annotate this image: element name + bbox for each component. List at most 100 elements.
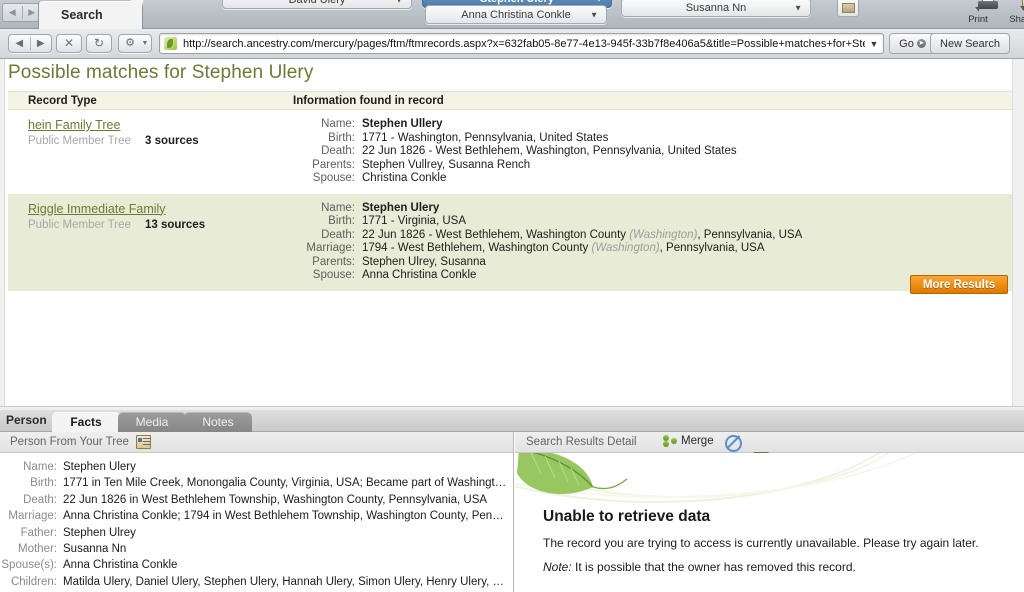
person-field-row: Name: Stephen Ulery xyxy=(0,459,513,475)
tree-name-link[interactable]: hein Family Tree xyxy=(28,118,120,132)
leaf-icon xyxy=(517,453,628,494)
leaf-decoration xyxy=(515,453,1024,513)
tab-media-label: Media xyxy=(135,415,169,429)
share-button[interactable]: Share xyxy=(999,0,1024,26)
record-fact-row: Death: 22 Jun 1826 - West Bethlehem, Wash… xyxy=(293,229,1012,243)
person-thumbnail-icon[interactable] xyxy=(837,0,859,17)
reload-button[interactable]: ↻ xyxy=(86,34,112,53)
fact-label: Spouse: xyxy=(312,172,355,184)
gear-icon[interactable]: ⚙ xyxy=(120,35,140,52)
record-facts: Name: Stephen Ulery Birth: 1771 - Virginia,… xyxy=(293,202,1012,283)
chevron-down-icon[interactable]: ▼ xyxy=(140,35,150,52)
fact-value-annotation: (Washington) xyxy=(591,242,660,254)
tab-notes[interactable]: Notes xyxy=(184,412,252,432)
fact-value: 22 Jun 1826 - West Bethlehem, Washington… xyxy=(362,228,803,241)
page-title: Possible matches for Stephen Ulery xyxy=(8,62,314,83)
forward-arrow-icon[interactable]: ▶ xyxy=(31,35,52,52)
fact-value: Stephen Ulery xyxy=(362,201,440,214)
fact-value: Anna Christina Conkle xyxy=(362,269,477,281)
back-arrow-icon[interactable]: ◀ xyxy=(9,35,30,52)
table-row[interactable]: hein Family Tree Public Member Tree 3 sour… xyxy=(8,110,1012,194)
new-search-button-label: New Search xyxy=(940,37,1000,50)
person-field-value: Matilda Ulery, Daniel Ulery, Stephen Ule… xyxy=(63,575,509,588)
contact-card-icon[interactable] xyxy=(136,435,151,449)
reload-icon[interactable]: ↻ xyxy=(89,35,110,52)
tab-scroll-left-icon[interactable]: ◀ xyxy=(3,7,22,18)
merge-button[interactable]: Merge xyxy=(663,435,714,447)
fact-value: 1771 - Washington, Pennsylvania, United … xyxy=(362,131,609,144)
chevron-down-icon[interactable]: ▼ xyxy=(865,39,883,49)
error-title: Unable to retrieve data xyxy=(543,508,711,525)
settings-button[interactable]: ⚙ ▼ xyxy=(118,34,152,53)
tab-scroll-arrows[interactable]: ◀ ▶ xyxy=(2,3,42,22)
page-scrollbar-track[interactable] xyxy=(1012,59,1024,406)
browser-url-bar: ◀ ▶ ✕ ↻ ⚙ ▼ http://search.ancestry.com/m… xyxy=(0,29,1024,59)
fact-label: Parents: xyxy=(312,158,355,171)
stop-x-icon[interactable]: ✕ xyxy=(59,35,80,52)
url-text: http://search.ancestry.com/mercury/pages… xyxy=(183,37,865,50)
error-note: Note: It is possible that the owner has … xyxy=(543,560,856,574)
tab-facts[interactable]: Facts xyxy=(52,412,120,432)
url-input[interactable]: http://search.ancestry.com/mercury/pages… xyxy=(159,33,884,54)
person-field-value: 22 Jun 1826 in West Bethlehem Township, … xyxy=(63,493,488,506)
bottom-person-label: Person xyxy=(6,413,47,427)
person-field-row: Spouse(s): Anna Christina Conkle xyxy=(0,557,513,573)
person-field-value: Susanna Nn xyxy=(63,542,127,555)
results-table: Record Type Information found in record … xyxy=(8,91,1012,291)
fact-label: Name: xyxy=(321,118,355,130)
column-header-information: Information found in record xyxy=(293,95,444,107)
person-field-value: Stephen Ulery xyxy=(63,461,136,473)
person-field-label: Father: xyxy=(20,526,57,539)
browser-top-chrome: ◀ ▶ Search David Ulery ▼ Stephen Ulery ▼… xyxy=(0,0,1024,29)
thumbnail-image xyxy=(842,3,855,13)
fact-value: Stephen Ulrey, Susanna xyxy=(362,255,486,268)
person-field-value: Anna Christina Conkle; 1794 in West Beth… xyxy=(63,510,509,523)
tree-name-link[interactable]: Riggle Immediate Family xyxy=(28,202,166,216)
more-results-button[interactable]: More Results xyxy=(910,275,1008,294)
browser-tab-search[interactable]: Search xyxy=(38,0,143,29)
person-field-row: Death: 22 Jun 1826 in West Bethlehem Town… xyxy=(0,492,513,508)
record-facts: Name: Stephen Ullery Birth: 1771 - Washingt… xyxy=(293,118,1012,186)
fact-label: Marriage: xyxy=(306,242,355,254)
print-button-label: Print xyxy=(968,14,988,25)
go-button[interactable]: Go ➤ xyxy=(889,33,936,54)
fact-value: 22 Jun 1826 - West Bethlehem, Washington… xyxy=(362,145,737,157)
person-field-label: Spouse(s): xyxy=(1,559,57,572)
record-fact-row: Spouse: Anna Christina Conkle xyxy=(293,269,1012,283)
detail-pane-title: Search Results Detail xyxy=(526,436,637,448)
record-fact-row: Death: 22 Jun 1826 - West Bethlehem, Wash… xyxy=(293,145,1012,159)
record-fact-row: Parents: Stephen Vullrey, Susanna Rench xyxy=(293,159,1012,173)
tab-media[interactable]: Media xyxy=(118,412,186,432)
stop-button[interactable]: ✕ xyxy=(56,34,82,53)
person-dropdown-david-ulery[interactable]: David Ulery ▼ xyxy=(222,0,412,9)
person-dropdown-susanna-nn[interactable]: Susanna Nn ▼ xyxy=(621,0,811,17)
share-button-label: Share xyxy=(1009,14,1024,25)
source-count: 3 sources xyxy=(145,135,199,147)
person-dropdown-anna-christina-conkle[interactable]: Anna Christina Conkle ▼ xyxy=(425,5,607,24)
person-dropdown-label: Stephen Ulery xyxy=(480,0,554,5)
record-fact-row: Birth: 1771 - Washington, Pennsylvania, U… xyxy=(293,132,1012,146)
search-results-detail-pane: Search Results Detail Merge Unable to re… xyxy=(515,432,1024,592)
ignore-icon[interactable] xyxy=(723,434,742,452)
fact-label: Death: xyxy=(321,228,355,241)
navigation-buttons[interactable]: ◀ ▶ xyxy=(8,34,52,53)
column-header-record-type: Record Type xyxy=(28,95,97,107)
print-button[interactable]: Print xyxy=(955,0,1001,26)
new-search-button[interactable]: New Search xyxy=(930,33,1010,54)
person-dropdown-label: Anna Christina Conkle xyxy=(461,8,571,21)
fact-label: Birth: xyxy=(328,215,355,227)
chevron-down-icon: ▼ xyxy=(590,10,598,19)
application-window: ◀ ▶ Search David Ulery ▼ Stephen Ulery ▼… xyxy=(0,0,1024,592)
record-fact-row: Name: Stephen Ullery xyxy=(293,118,1012,132)
person-field-label: Mother: xyxy=(18,542,57,555)
person-field-row: Father: Stephen Ulrey xyxy=(0,525,513,541)
chevron-down-icon: ▼ xyxy=(794,3,802,12)
table-row[interactable]: Riggle Immediate Family Public Member Tre… xyxy=(8,193,1012,291)
person-field-row: Marriage: Anna Christina Conkle; 1794 in … xyxy=(0,508,513,524)
bottom-tab-bar: Person Facts Media Notes xyxy=(0,410,1024,432)
share-icon xyxy=(999,0,1024,13)
tree-type-label: Public Member Tree xyxy=(28,135,131,147)
person-pane-title: Person From Your Tree xyxy=(10,436,129,448)
fact-label: Parents: xyxy=(312,255,355,268)
person-field-label: Birth: xyxy=(30,477,57,490)
